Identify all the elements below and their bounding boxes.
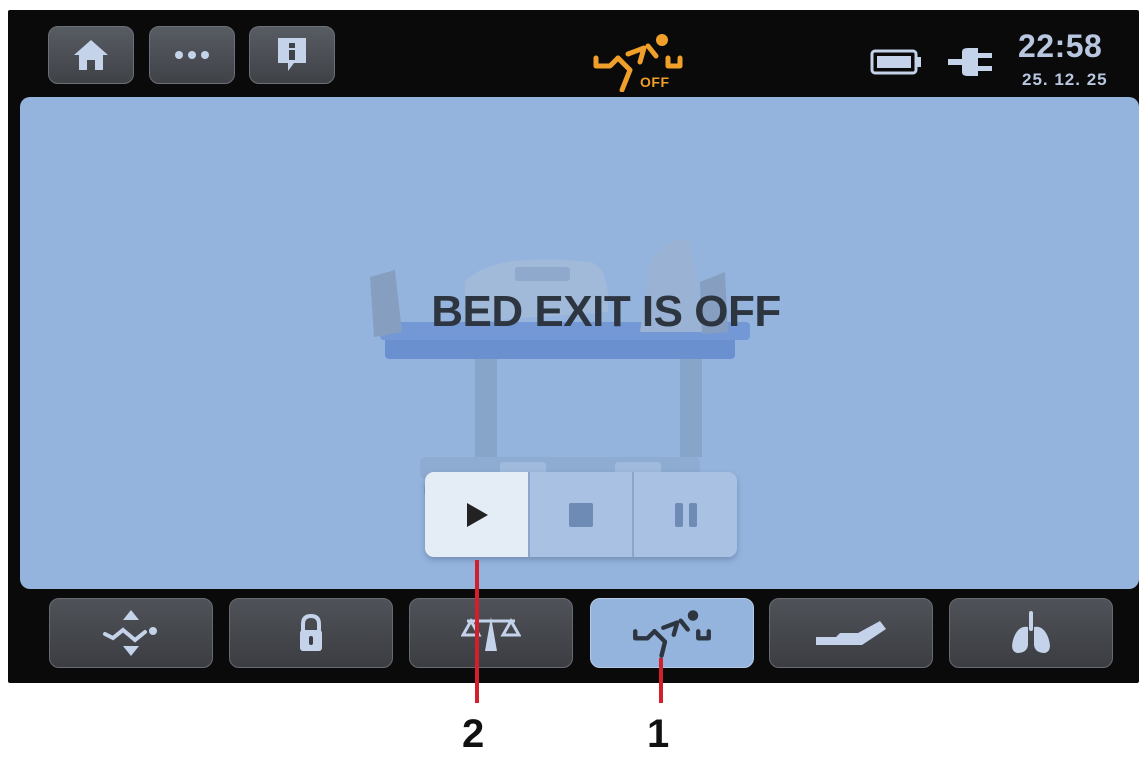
status-message: BED EXIT IS OFF <box>431 287 781 336</box>
stop-icon <box>569 502 593 527</box>
bed-exit-panel: BED EXIT IS OFF <box>20 97 1139 589</box>
power-plug-icon <box>948 48 992 76</box>
info-button[interactable] <box>249 26 335 84</box>
nav-height-button[interactable] <box>49 598 213 668</box>
bed-exit-controls <box>425 472 737 557</box>
callout-number-2: 2 <box>462 712 485 756</box>
bed-exit-icon <box>593 34 683 92</box>
play-icon <box>467 502 489 527</box>
status-off-label: OFF <box>640 74 670 90</box>
battery-icon <box>870 49 921 75</box>
deactivate-button[interactable] <box>529 472 635 557</box>
lock-icon <box>300 613 322 651</box>
info-icon <box>278 38 306 71</box>
bed-exit-icon <box>633 610 711 658</box>
callout-line-1 <box>659 658 663 703</box>
home-button[interactable] <box>48 26 134 84</box>
pause-button[interactable] <box>634 472 737 557</box>
more-icon <box>175 51 209 59</box>
nav-lock-button[interactable] <box>229 598 393 668</box>
home-icon <box>74 40 108 70</box>
nav-bed-exit-button[interactable] <box>590 598 754 668</box>
nav-lungs-button[interactable] <box>949 598 1113 668</box>
nav-scale-button[interactable] <box>409 598 573 668</box>
clock-date: 25. 12. 25 <box>1022 70 1108 89</box>
activate-button[interactable] <box>425 472 530 557</box>
height-adjust-icon <box>103 610 157 656</box>
pause-icon <box>674 502 697 527</box>
callout-line-2 <box>475 560 479 703</box>
clock-time: 22:58 <box>1018 28 1103 64</box>
scale-icon <box>461 617 521 651</box>
lungs-icon <box>1012 611 1050 653</box>
callout-number-1: 1 <box>647 712 670 756</box>
bed-position-icon <box>816 621 886 645</box>
nav-bed-position-button[interactable] <box>769 598 933 668</box>
more-button[interactable] <box>149 26 235 84</box>
